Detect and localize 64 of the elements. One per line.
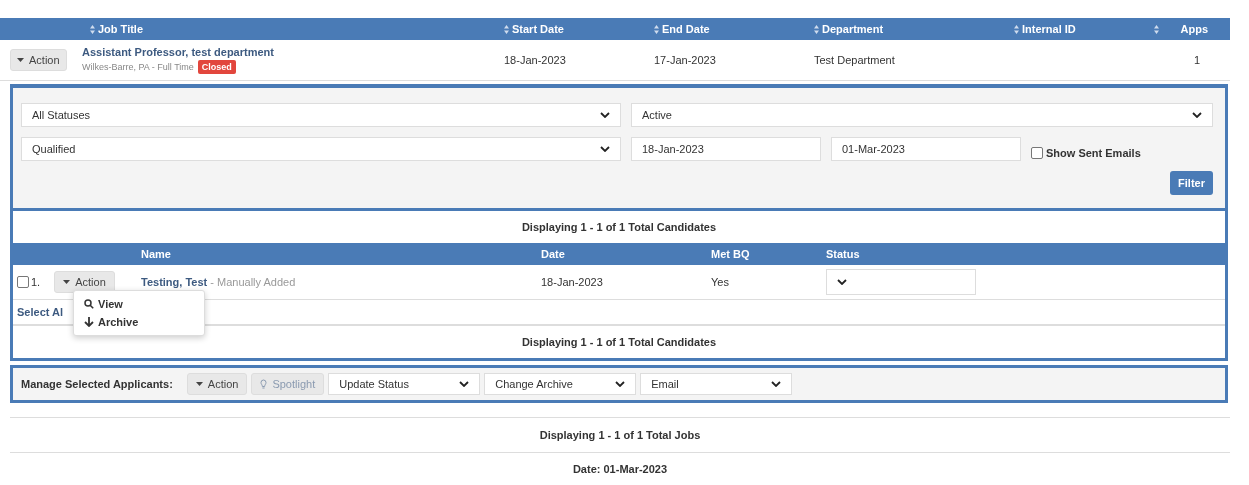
column-header[interactable]: Apps: [1180, 23, 1208, 35]
checkbox-label: Show Sent Emails: [1046, 147, 1141, 159]
table-cell-text: 1: [1192, 54, 1201, 66]
search-icon: [84, 299, 94, 309]
dropdown[interactable]: Qualified: [21, 137, 621, 161]
sort-icon[interactable]: [504, 24, 509, 34]
column-header: Status: [826, 248, 861, 260]
lightbulb-icon: [260, 378, 268, 390]
chevron-icon: [600, 112, 610, 118]
chevron-icon: [1192, 112, 1202, 118]
dropdown[interactable]: All Statuses: [21, 103, 621, 127]
candidate-name-link[interactable]: Testing, Test: [141, 276, 208, 288]
sort-icon[interactable]: [1154, 24, 1159, 34]
column-header[interactable]: Start Date: [512, 23, 564, 35]
sort-icon[interactable]: [814, 24, 819, 34]
table-cell-text: 18-Jan-2023: [541, 276, 604, 288]
manage-label: Manage Selected Applicants:: [21, 378, 173, 390]
job-title-link[interactable]: Assistant Professor, test department: [82, 46, 490, 58]
dropdown[interactable]: Active: [631, 103, 1213, 127]
menu-item[interactable]: Archive: [74, 313, 204, 331]
table-cell-text: Yes: [711, 276, 730, 288]
filter-button[interactable]: Filter: [1170, 171, 1213, 195]
dropdown[interactable]: Email: [640, 373, 793, 395]
date-label: Date: 01-Mar-2023: [572, 463, 668, 475]
column-header[interactable]: Internal ID: [1022, 23, 1076, 35]
checkbox[interactable]: [17, 276, 29, 288]
column-header: Met BQ: [711, 248, 751, 260]
table-cell-text: 17-Jan-2023: [653, 54, 717, 66]
action-button[interactable]: Action: [54, 271, 115, 293]
column-header[interactable]: Job Title: [98, 23, 144, 35]
chevron-icon: [615, 381, 626, 387]
job-location: Wilkes-Barre, PA - Full Time: [82, 62, 194, 72]
chevron-icon: [771, 381, 782, 387]
chevron-icon: [837, 279, 847, 285]
down-arrow-icon: [84, 317, 94, 327]
dropdown[interactable]: Change Archive: [484, 373, 637, 395]
date-field[interactable]: 01-Mar-2023: [831, 137, 1021, 161]
chevron-icon: [459, 381, 470, 387]
action-button[interactable]: Action: [10, 49, 67, 71]
column-header: Name: [141, 248, 172, 260]
caret-icon: [17, 58, 24, 62]
date-field[interactable]: 18-Jan-2023: [631, 137, 821, 161]
checkbox[interactable]: [1031, 147, 1043, 159]
candidates-summary: Displaying 1 - 1 of 1 Total Candidates: [521, 221, 717, 233]
menu-item[interactable]: View: [74, 295, 204, 313]
column-header: Date: [541, 248, 566, 260]
select-all-link[interactable]: Select Al: [17, 306, 64, 318]
status-badge: Closed: [197, 60, 236, 74]
column-header[interactable]: End Date: [662, 23, 710, 35]
caret-icon: [63, 280, 71, 284]
jobs-summary: Displaying 1 - 1 of 1 Total Jobs: [539, 429, 701, 441]
candidates-summary: Displaying 1 - 1 of 1 Total Candidates: [521, 336, 717, 348]
sort-icon[interactable]: [1014, 24, 1019, 34]
column-header[interactable]: Department: [822, 23, 884, 35]
chevron-icon: [600, 146, 610, 152]
caret-icon: [195, 382, 203, 386]
candidate-source: - Manually Added: [209, 276, 296, 288]
dropdown[interactable]: Update Status: [328, 373, 481, 395]
sort-icon[interactable]: [654, 24, 659, 34]
table-cell-text: 18-Jan-2023: [503, 54, 567, 66]
action-button[interactable]: Action: [186, 373, 248, 395]
sort-icon[interactable]: [90, 24, 95, 34]
table-cell-text: Test Department: [813, 54, 896, 66]
row-number: 1.: [31, 276, 41, 288]
